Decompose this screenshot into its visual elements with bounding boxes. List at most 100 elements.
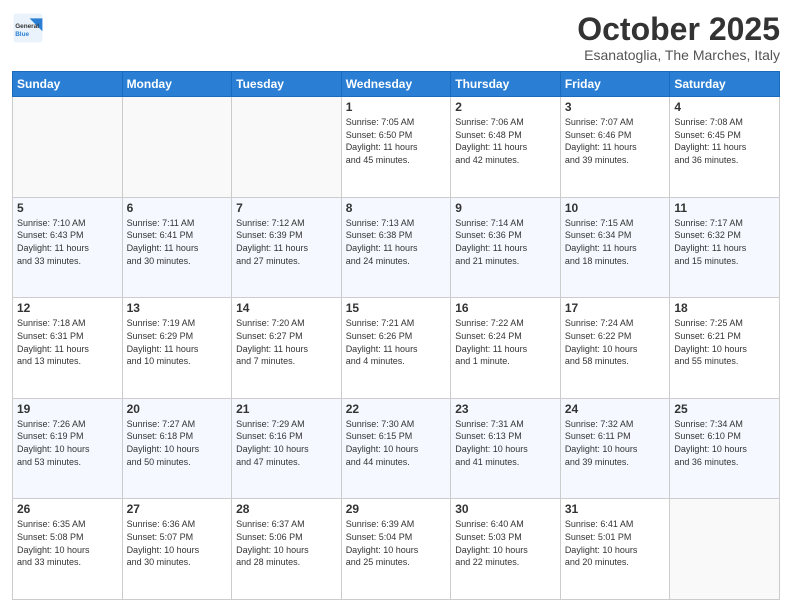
table-row: 1Sunrise: 7:05 AM Sunset: 6:50 PM Daylig… bbox=[341, 97, 451, 198]
svg-text:General: General bbox=[15, 23, 39, 30]
day-number: 3 bbox=[565, 100, 666, 114]
table-row: 28 Sunrise: 6:37 AM Sunset: 5:06 PM Dayli… bbox=[232, 499, 342, 600]
day-info: Sunrise: 7:21 AM Sunset: 6:26 PM Dayligh… bbox=[346, 317, 447, 367]
svg-text:Blue: Blue bbox=[15, 31, 29, 38]
table-row: 2 Sunrise: 7:06 AM Sunset: 6:48 PM Daylig… bbox=[451, 97, 561, 198]
table-row: 31 Sunrise: 6:41 AM Sunset: 5:01 PM Dayli… bbox=[560, 499, 670, 600]
table-row: 21Sunrise: 7:29 AM Sunset: 6:16 PM Dayli… bbox=[232, 398, 342, 499]
day-info: Sunrise: 7:32 AM Sunset: 6:11 PM Dayligh… bbox=[565, 418, 666, 468]
table-row: 30 Sunrise: 6:40 AM Sunset: 5:03 PM Dayli… bbox=[451, 499, 561, 600]
day-number: 12 bbox=[17, 301, 118, 315]
week-row-3: 12 Sunrise: 7:18 AM Sunset: 6:31 PM Dayli… bbox=[13, 298, 780, 399]
day-number: 9 bbox=[455, 201, 556, 215]
day-number: 10 bbox=[565, 201, 666, 215]
day-info: Sunrise: 7:13 AM Sunset: 6:38 PM Dayligh… bbox=[346, 217, 447, 267]
day-info: Sunrise: 7:20 AM Sunset: 6:27 PM Dayligh… bbox=[236, 317, 337, 367]
day-number: 8 bbox=[346, 201, 447, 215]
col-saturday: Saturday bbox=[670, 72, 780, 97]
day-number: 7 bbox=[236, 201, 337, 215]
table-row: 11 Sunrise: 7:17 AM Sunset: 6:32 PM Dayli… bbox=[670, 197, 780, 298]
table-row: 14 Sunrise: 7:20 AM Sunset: 6:27 PM Dayli… bbox=[232, 298, 342, 399]
day-number: 26 bbox=[17, 502, 118, 516]
table-row: 10 Sunrise: 7:15 AM Sunset: 6:34 PM Dayli… bbox=[560, 197, 670, 298]
col-tuesday: Tuesday bbox=[232, 72, 342, 97]
day-number: 11 bbox=[674, 201, 775, 215]
day-number: 15 bbox=[346, 301, 447, 315]
logo-icon: General Blue bbox=[12, 12, 44, 44]
day-number: 6 bbox=[127, 201, 228, 215]
title-block: October 2025 Esanatoglia, The Marches, I… bbox=[577, 12, 780, 63]
table-row: 19 Sunrise: 7:26 AM Sunset: 6:19 PM Dayli… bbox=[13, 398, 123, 499]
week-row-5: 26 Sunrise: 6:35 AM Sunset: 5:08 PM Dayli… bbox=[13, 499, 780, 600]
day-number: 2 bbox=[455, 100, 556, 114]
day-info: Sunrise: 6:35 AM Sunset: 5:08 PM Dayligh… bbox=[17, 518, 118, 568]
day-number: 5 bbox=[17, 201, 118, 215]
table-row: 25Sunrise: 7:34 AM Sunset: 6:10 PM Dayli… bbox=[670, 398, 780, 499]
table-row: 27 Sunrise: 6:36 AM Sunset: 5:07 PM Dayli… bbox=[122, 499, 232, 600]
day-info: Sunrise: 6:41 AM Sunset: 5:01 PM Dayligh… bbox=[565, 518, 666, 568]
day-info: Sunrise: 7:26 AM Sunset: 6:19 PM Dayligh… bbox=[17, 418, 118, 468]
day-info: Sunrise: 7:06 AM Sunset: 6:48 PM Dayligh… bbox=[455, 116, 556, 166]
table-row: 8 Sunrise: 7:13 AM Sunset: 6:38 PM Daylig… bbox=[341, 197, 451, 298]
day-number: 28 bbox=[236, 502, 337, 516]
header: General Blue October 2025 Esanatoglia, T… bbox=[12, 12, 780, 63]
table-row: 9 Sunrise: 7:14 AM Sunset: 6:36 PM Daylig… bbox=[451, 197, 561, 298]
week-row-4: 19 Sunrise: 7:26 AM Sunset: 6:19 PM Dayli… bbox=[13, 398, 780, 499]
day-number: 31 bbox=[565, 502, 666, 516]
day-info: Sunrise: 7:30 AM Sunset: 6:15 PM Dayligh… bbox=[346, 418, 447, 468]
day-number: 24 bbox=[565, 402, 666, 416]
col-wednesday: Wednesday bbox=[341, 72, 451, 97]
week-row-1: 1Sunrise: 7:05 AM Sunset: 6:50 PM Daylig… bbox=[13, 97, 780, 198]
table-row: 15 Sunrise: 7:21 AM Sunset: 6:26 PM Dayli… bbox=[341, 298, 451, 399]
day-number: 23 bbox=[455, 402, 556, 416]
day-info: Sunrise: 6:40 AM Sunset: 5:03 PM Dayligh… bbox=[455, 518, 556, 568]
table-row: 24 Sunrise: 7:32 AM Sunset: 6:11 PM Dayli… bbox=[560, 398, 670, 499]
day-info: Sunrise: 7:14 AM Sunset: 6:36 PM Dayligh… bbox=[455, 217, 556, 267]
table-row: 18 Sunrise: 7:25 AM Sunset: 6:21 PM Dayli… bbox=[670, 298, 780, 399]
table-row: 7Sunrise: 7:12 AM Sunset: 6:39 PM Daylig… bbox=[232, 197, 342, 298]
table-row bbox=[670, 499, 780, 600]
week-row-2: 5Sunrise: 7:10 AM Sunset: 6:43 PM Daylig… bbox=[13, 197, 780, 298]
location: Esanatoglia, The Marches, Italy bbox=[577, 47, 780, 63]
day-info: Sunrise: 7:18 AM Sunset: 6:31 PM Dayligh… bbox=[17, 317, 118, 367]
day-number: 30 bbox=[455, 502, 556, 516]
logo: General Blue bbox=[12, 12, 44, 44]
day-number: 17 bbox=[565, 301, 666, 315]
calendar-header-row: Sunday Monday Tuesday Wednesday Thursday… bbox=[13, 72, 780, 97]
day-info: Sunrise: 6:37 AM Sunset: 5:06 PM Dayligh… bbox=[236, 518, 337, 568]
day-info: Sunrise: 7:31 AM Sunset: 6:13 PM Dayligh… bbox=[455, 418, 556, 468]
table-row: 13Sunrise: 7:19 AM Sunset: 6:29 PM Dayli… bbox=[122, 298, 232, 399]
day-info: Sunrise: 6:36 AM Sunset: 5:07 PM Dayligh… bbox=[127, 518, 228, 568]
day-number: 14 bbox=[236, 301, 337, 315]
col-monday: Monday bbox=[122, 72, 232, 97]
day-info: Sunrise: 7:34 AM Sunset: 6:10 PM Dayligh… bbox=[674, 418, 775, 468]
table-row: 4Sunrise: 7:08 AM Sunset: 6:45 PM Daylig… bbox=[670, 97, 780, 198]
day-info: Sunrise: 7:27 AM Sunset: 6:18 PM Dayligh… bbox=[127, 418, 228, 468]
calendar-page: General Blue October 2025 Esanatoglia, T… bbox=[0, 0, 792, 612]
table-row: 5Sunrise: 7:10 AM Sunset: 6:43 PM Daylig… bbox=[13, 197, 123, 298]
table-row: 26 Sunrise: 6:35 AM Sunset: 5:08 PM Dayli… bbox=[13, 499, 123, 600]
col-sunday: Sunday bbox=[13, 72, 123, 97]
day-info: Sunrise: 7:29 AM Sunset: 6:16 PM Dayligh… bbox=[236, 418, 337, 468]
day-info: Sunrise: 7:05 AM Sunset: 6:50 PM Dayligh… bbox=[346, 116, 447, 166]
day-number: 13 bbox=[127, 301, 228, 315]
calendar-table: Sunday Monday Tuesday Wednesday Thursday… bbox=[12, 71, 780, 600]
day-number: 18 bbox=[674, 301, 775, 315]
table-row: 20 Sunrise: 7:27 AM Sunset: 6:18 PM Dayli… bbox=[122, 398, 232, 499]
day-info: Sunrise: 7:15 AM Sunset: 6:34 PM Dayligh… bbox=[565, 217, 666, 267]
day-number: 19 bbox=[17, 402, 118, 416]
table-row bbox=[232, 97, 342, 198]
day-info: Sunrise: 7:22 AM Sunset: 6:24 PM Dayligh… bbox=[455, 317, 556, 367]
table-row: 17Sunrise: 7:24 AM Sunset: 6:22 PM Dayli… bbox=[560, 298, 670, 399]
table-row bbox=[13, 97, 123, 198]
day-info: Sunrise: 7:17 AM Sunset: 6:32 PM Dayligh… bbox=[674, 217, 775, 267]
col-friday: Friday bbox=[560, 72, 670, 97]
day-info: Sunrise: 7:08 AM Sunset: 6:45 PM Dayligh… bbox=[674, 116, 775, 166]
col-thursday: Thursday bbox=[451, 72, 561, 97]
day-number: 27 bbox=[127, 502, 228, 516]
table-row: 6Sunrise: 7:11 AM Sunset: 6:41 PM Daylig… bbox=[122, 197, 232, 298]
table-row bbox=[122, 97, 232, 198]
day-number: 20 bbox=[127, 402, 228, 416]
day-info: Sunrise: 7:07 AM Sunset: 6:46 PM Dayligh… bbox=[565, 116, 666, 166]
day-info: Sunrise: 7:25 AM Sunset: 6:21 PM Dayligh… bbox=[674, 317, 775, 367]
